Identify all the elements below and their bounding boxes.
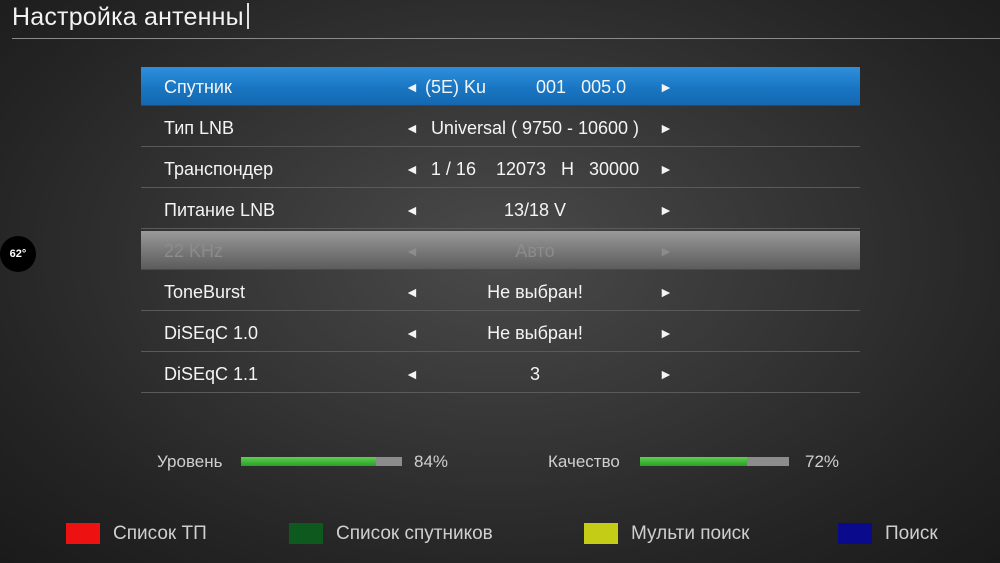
- setting-row-satellite[interactable]: Спутник ◄ (5E) Ku 001 005.0 ►: [141, 67, 860, 106]
- setting-row-lnb-power[interactable]: Питание LNB ◄ 13/18 V ►: [141, 190, 860, 229]
- right-arrow-icon[interactable]: ►: [659, 108, 673, 148]
- page-title: Настройка антенны: [12, 3, 249, 32]
- setting-value: Не выбран!: [487, 282, 583, 302]
- red-key-label: Список ТП: [113, 523, 207, 544]
- setting-label: ToneBurst: [164, 282, 246, 302]
- blue-key-label: Поиск: [885, 523, 938, 544]
- left-arrow-icon[interactable]: ◄: [405, 67, 419, 107]
- text-cursor: [246, 3, 249, 29]
- yellow-key-label: Мульти поиск: [631, 523, 750, 544]
- setting-row-diseqc-1-1[interactable]: DiSEqC 1.1 ◄ 3 ►: [141, 354, 860, 393]
- signal-quality-bar: [640, 457, 789, 466]
- signal-level-bar: [241, 457, 402, 466]
- signal-level-value: 84%: [414, 452, 449, 471]
- left-arrow-icon[interactable]: ◄: [405, 190, 419, 230]
- left-arrow-icon: ◄: [405, 243, 419, 259]
- left-arrow-icon[interactable]: ◄: [405, 149, 419, 189]
- setting-value: Universal ( 9750 - 10600 ): [430, 118, 640, 138]
- left-arrow-icon[interactable]: ◄: [405, 272, 419, 312]
- setting-value: Авто: [515, 241, 555, 261]
- setting-row-lnb-type[interactable]: Тип LNB ◄ Universal ( 9750 - 10600 ) ►: [141, 108, 860, 147]
- setting-label: DiSEqC 1.1: [164, 364, 259, 384]
- page-title-text: Настройка антенны: [12, 3, 244, 31]
- right-arrow-icon[interactable]: ►: [659, 272, 673, 312]
- setting-value: (5E) Ku 001 005.0: [425, 77, 627, 97]
- color-key-bar: Список ТП Список спутников Мульти поиск …: [0, 521, 1000, 547]
- blue-key-swatch: [838, 523, 872, 544]
- signal-quality-label: Качество: [548, 452, 620, 471]
- setting-label: Транспондер: [164, 159, 274, 179]
- setting-value: 13/18 V: [503, 200, 567, 220]
- signal-quality-fill: [640, 457, 748, 466]
- yellow-key-swatch: [584, 523, 618, 544]
- right-arrow-icon: ►: [659, 243, 673, 259]
- signal-level-fill: [241, 457, 377, 466]
- left-arrow-icon[interactable]: ◄: [405, 354, 419, 394]
- green-key-label: Список спутников: [336, 523, 493, 544]
- setting-label: Питание LNB: [164, 200, 276, 220]
- right-arrow-icon[interactable]: ►: [659, 67, 673, 107]
- green-key-swatch: [289, 523, 323, 544]
- setting-row-diseqc-1-0[interactable]: DiSEqC 1.0 ◄ Не выбран! ►: [141, 313, 860, 352]
- right-arrow-icon[interactable]: ►: [659, 354, 673, 394]
- setting-row-transponder[interactable]: Транспондер ◄ 1 / 16 12073 H 30000 ►: [141, 149, 860, 188]
- setting-label: Тип LNB: [164, 118, 235, 138]
- title-divider: [12, 38, 1000, 39]
- red-key-swatch: [66, 523, 100, 544]
- signal-quality-value: 72%: [805, 452, 840, 471]
- left-arrow-icon[interactable]: ◄: [405, 108, 419, 148]
- setting-value: 3: [529, 364, 540, 384]
- setting-label: DiSEqC 1.0: [164, 323, 259, 343]
- temperature-badge: 62°: [0, 236, 36, 272]
- antenna-settings-list: Спутник ◄ (5E) Ku 001 005.0 ► Тип LNB ◄ …: [141, 67, 860, 395]
- setting-label: 22 KHz: [164, 241, 224, 261]
- left-arrow-icon[interactable]: ◄: [405, 313, 419, 353]
- right-arrow-icon[interactable]: ►: [659, 190, 673, 230]
- signal-level-label: Уровень: [157, 452, 223, 471]
- setting-row-22khz: 22 KHz ◄ Авто ►: [141, 231, 860, 270]
- setting-value: Не выбран!: [487, 323, 583, 343]
- signal-meters: Уровень 84% Качество 72%: [0, 450, 1000, 474]
- setting-label: Спутник: [164, 77, 232, 97]
- right-arrow-icon[interactable]: ►: [659, 313, 673, 353]
- setting-value: 1 / 16 12073 H 30000: [430, 159, 640, 179]
- setting-row-toneburst[interactable]: ToneBurst ◄ Не выбран! ►: [141, 272, 860, 311]
- right-arrow-icon[interactable]: ►: [659, 149, 673, 189]
